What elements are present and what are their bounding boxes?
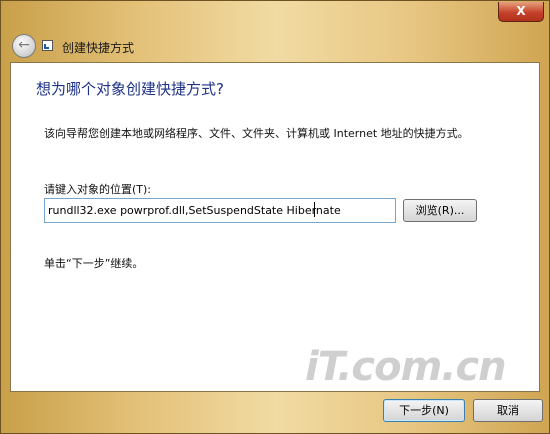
site-watermark: iT.com.cn [305, 344, 507, 390]
wizard-description: 该向导帮您创建本地或网络程序、文件、文件夹、计算机或 Internet 地址的快… [44, 127, 469, 140]
wizard-content [10, 62, 540, 392]
back-button[interactable]: ← [12, 34, 36, 58]
location-input[interactable] [44, 198, 396, 223]
continue-hint: 单击“下一步”继续。 [44, 257, 144, 270]
browse-button[interactable]: 浏览(R)... [403, 199, 477, 222]
shortcut-icon [42, 40, 53, 51]
back-arrow-icon: ← [18, 37, 30, 53]
wizard-title: 创建快捷方式 [62, 41, 135, 55]
close-button[interactable]: X [498, 2, 544, 22]
text-cursor [314, 202, 315, 217]
next-button[interactable]: 下一步(N) [383, 399, 465, 422]
location-label: 请键入对象的位置(T): [44, 183, 152, 196]
window-frame: X ← 创建快捷方式 想为哪个对象创建快捷方式? 该向导帮您创建本地或网络程序、… [0, 0, 550, 434]
cancel-button[interactable]: 取消 [473, 399, 543, 422]
page-heading: 想为哪个对象创建快捷方式? [36, 80, 224, 98]
